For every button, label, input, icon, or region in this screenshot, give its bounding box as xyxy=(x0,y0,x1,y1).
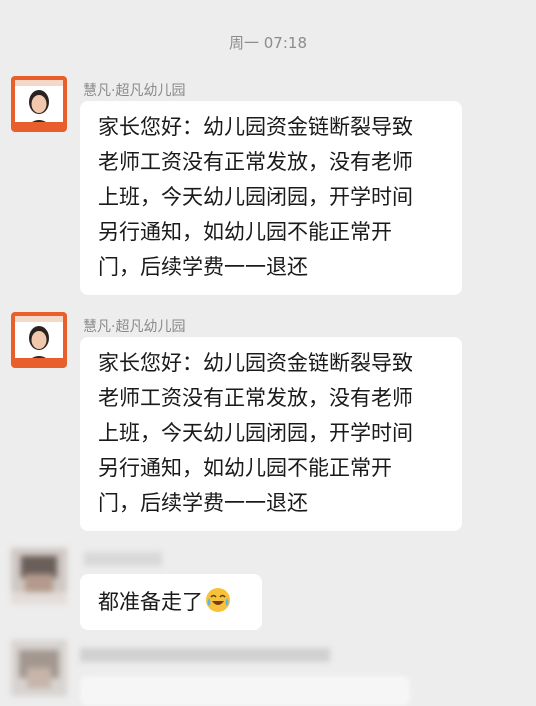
message-line: 另行通知，如幼儿园不能正常开 xyxy=(98,220,392,244)
message-line: 家长您好：幼儿园资金链断裂导致 xyxy=(98,351,413,375)
blurred-avatar-4[interactable] xyxy=(11,640,67,696)
sender-name-2: 慧凡·超凡幼儿园 xyxy=(83,319,186,335)
message-text: 都准备走了 xyxy=(98,590,203,614)
sender-avatar-2[interactable] xyxy=(11,312,67,368)
crying-laughing-emoji-icon xyxy=(205,587,231,613)
message-bubble-1[interactable]: 家长您好：幼儿园资金链断裂导致 老师工资没有正常发放，没有老师 上班，今天幼儿园… xyxy=(80,101,462,295)
message-line: 上班，今天幼儿园闭园，开学时间 xyxy=(98,185,413,209)
message-line: 家长您好：幼儿园资金链断裂导致 xyxy=(98,115,413,139)
blurred-sender-name-4 xyxy=(80,648,330,662)
message-line: 上班，今天幼儿园闭园，开学时间 xyxy=(98,421,413,445)
blurred-avatar-3[interactable] xyxy=(11,548,67,604)
blurred-message-bubble-4[interactable] xyxy=(80,676,410,706)
message-line: 门，后续学费一一退还 xyxy=(98,491,308,515)
sender-avatar-1[interactable] xyxy=(11,76,67,132)
message-line: 另行通知，如幼儿园不能正常开 xyxy=(98,456,392,480)
message-bubble-2[interactable]: 家长您好：幼儿园资金链断裂导致 老师工资没有正常发放，没有老师 上班，今天幼儿园… xyxy=(80,337,462,531)
message-line: 老师工资没有正常发放，没有老师 xyxy=(98,150,413,174)
message-line: 门，后续学费一一退还 xyxy=(98,255,308,279)
sender-name-1: 慧凡·超凡幼儿园 xyxy=(83,83,186,99)
message-line: 老师工资没有正常发放，没有老师 xyxy=(98,386,413,410)
blurred-sender-name xyxy=(84,552,162,566)
message-bubble-3[interactable]: 都准备走了 xyxy=(80,574,262,630)
chat-timestamp: 周一 07:18 xyxy=(229,34,307,52)
